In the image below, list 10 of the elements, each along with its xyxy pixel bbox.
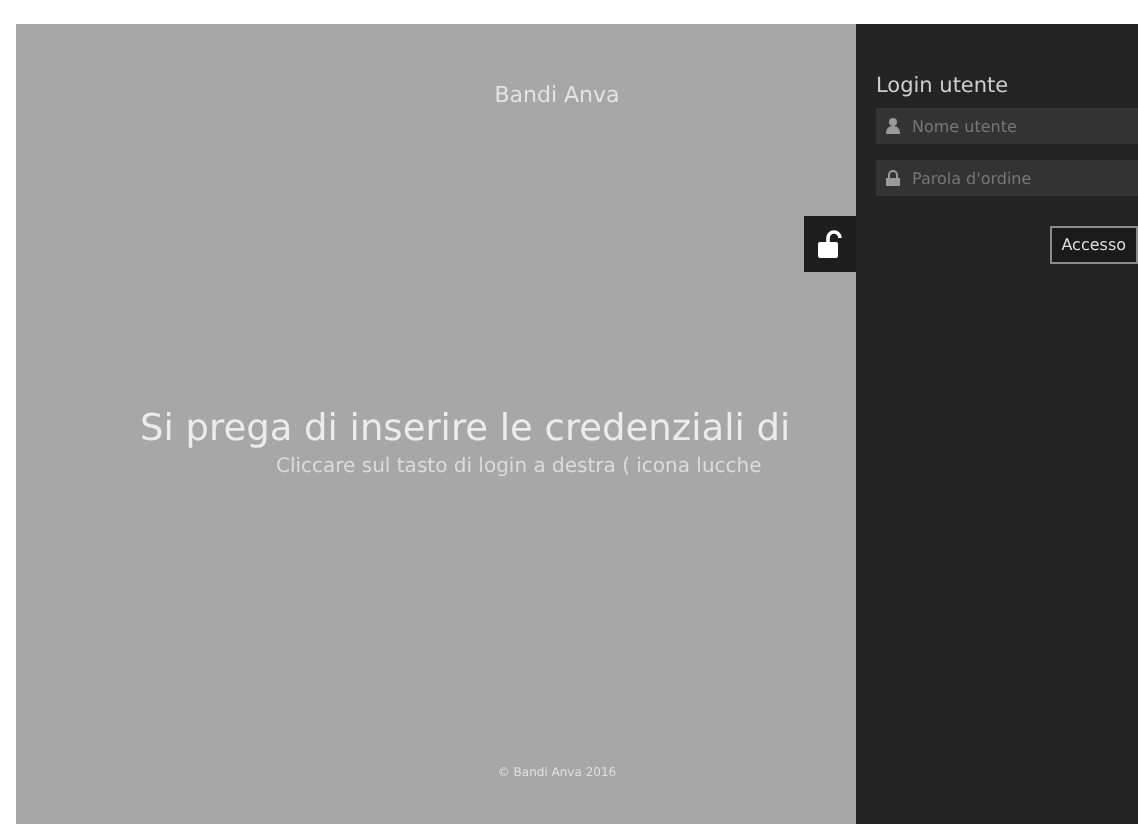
login-button[interactable]: Accesso [1049,226,1138,264]
padlock-icon [818,230,842,258]
lock-icon [886,170,900,186]
login-title: Login utente [876,74,1011,98]
username-field[interactable]: Nome utente [876,108,1138,144]
user-icon [886,118,900,134]
site-title: Bandi Anva [494,82,622,108]
login-toggle-button[interactable] [804,216,856,272]
login-prompt-heading: Si prega di inserire le credenziali di [140,408,791,450]
password-field[interactable]: Parola d'ordine [876,160,1138,196]
